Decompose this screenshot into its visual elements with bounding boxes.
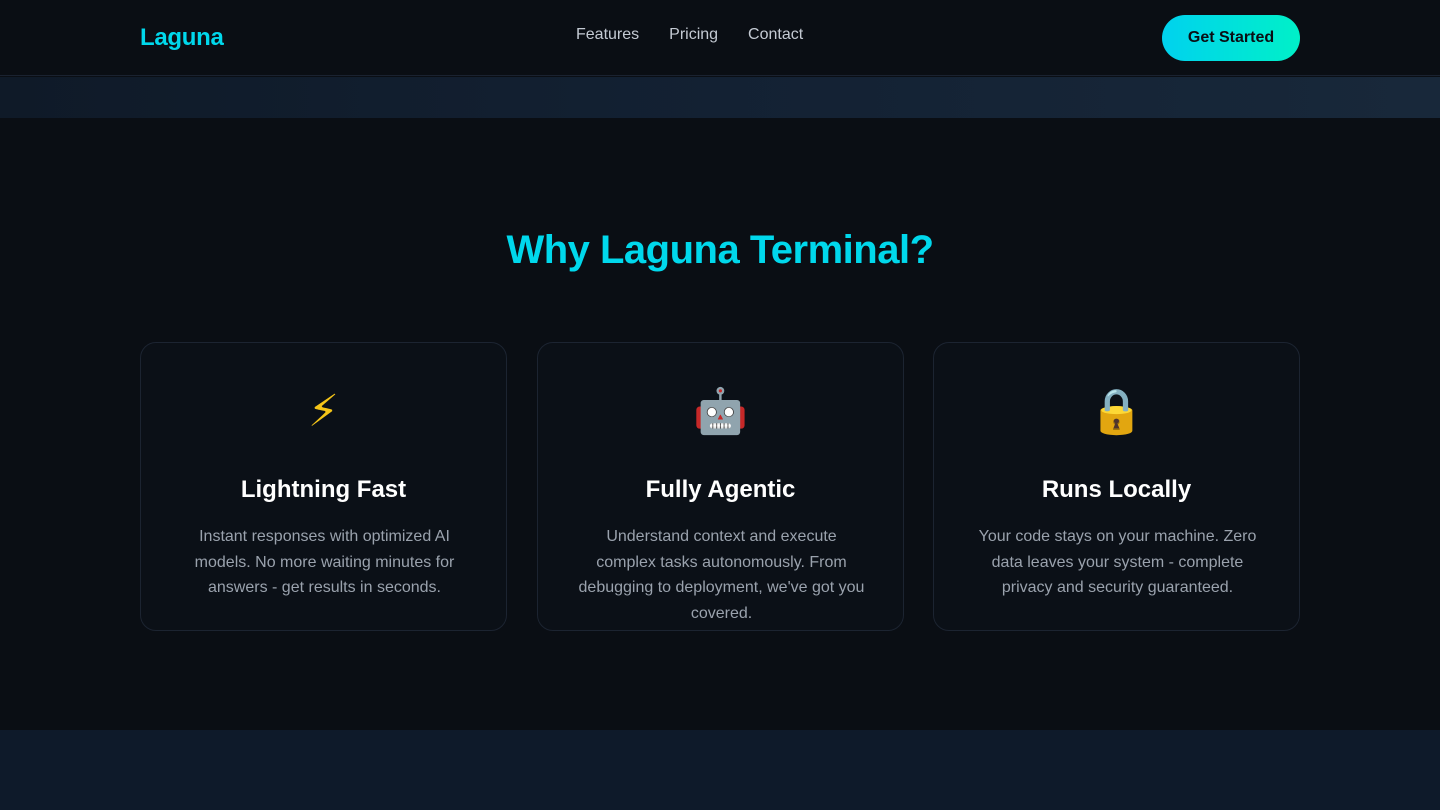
logo[interactable]: Laguna [140, 24, 224, 52]
feature-card-lightning-fast: ⚡ Lightning Fast Instant responses with … [140, 342, 507, 631]
nav-link-features[interactable]: Features [576, 26, 639, 44]
card-title: Fully Agentic [645, 476, 796, 503]
robot-icon: 🤖 [693, 387, 748, 436]
next-section-band [0, 730, 1440, 810]
lock-icon: 🔒 [1089, 387, 1144, 436]
feature-card-fully-agentic: 🤖 Fully Agentic Understand context and e… [537, 342, 904, 631]
feature-card-runs-locally: 🔒 Runs Locally Your code stays on your m… [933, 342, 1300, 631]
card-description: Understand context and execute complex t… [578, 528, 865, 622]
get-started-button[interactable]: Get Started [1162, 15, 1300, 61]
card-description: Your code stays on your machine. Zero da… [978, 528, 1257, 596]
navbar: Laguna Features Pricing Contact Get Star… [0, 0, 1440, 76]
nav-link-contact[interactable]: Contact [748, 26, 803, 44]
section-title: Why Laguna Terminal? [506, 228, 934, 272]
nav-links: Features Pricing Contact [576, 26, 803, 44]
card-description: Instant responses with optimized AI mode… [194, 528, 455, 596]
lightning-icon: ⚡ [308, 387, 339, 436]
nav-link-pricing[interactable]: Pricing [669, 26, 718, 44]
hero-section-strip [0, 77, 1440, 118]
card-title: Lightning Fast [240, 476, 407, 503]
card-title: Runs Locally [1041, 476, 1192, 503]
